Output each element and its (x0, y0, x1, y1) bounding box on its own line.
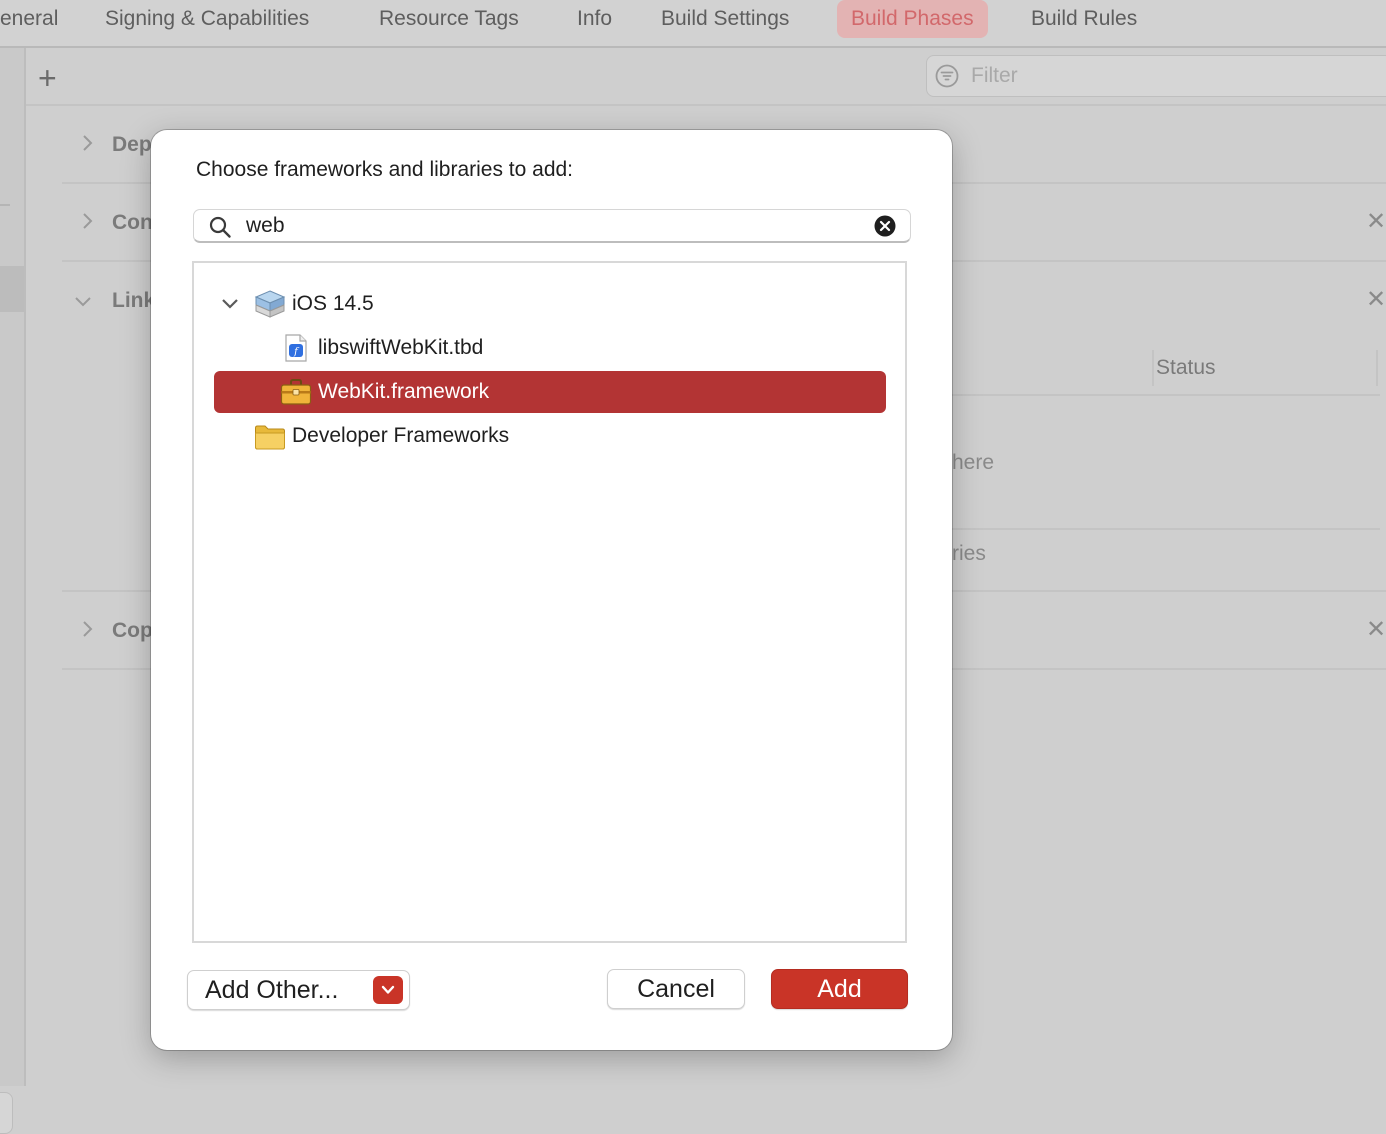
chevron-down-icon (381, 985, 395, 994)
drop-hint-text: here (952, 451, 995, 474)
tab-build-rules[interactable]: Build Rules (1031, 0, 1137, 38)
add-frameworks-dialog: Choose frameworks and libraries to add: (151, 130, 952, 1050)
tree-row-label: Developer Frameworks (292, 424, 510, 447)
tab-general[interactable]: eneral (0, 0, 58, 38)
tree-row-label: WebKit.framework (318, 380, 490, 403)
phase-label: Cop (112, 619, 153, 642)
navigator-sidebar (0, 48, 26, 1134)
column-divider (1152, 350, 1154, 386)
add-other-dropdown[interactable] (373, 976, 403, 1004)
selection-highlight (214, 371, 886, 413)
disclosure-chevron-down-icon[interactable] (220, 296, 240, 312)
add-other-button[interactable]: Add Other... (187, 970, 410, 1010)
tab-build-phases[interactable]: Build Phases (837, 0, 988, 38)
table-footer-text: ries (952, 542, 986, 565)
chevron-right-icon[interactable] (78, 134, 96, 152)
column-divider (1376, 350, 1378, 386)
tree-row-developer-frameworks[interactable]: Developer Frameworks (194, 415, 905, 457)
add-button[interactable]: Add (771, 969, 908, 1009)
chevron-down-icon[interactable] (74, 292, 92, 310)
framework-tree[interactable]: iOS 14.5 f libswiftWebKit.tbd WebKit.fra… (192, 261, 907, 943)
search-icon (209, 216, 231, 238)
tree-row-ios-sdk[interactable]: iOS 14.5 (194, 283, 905, 325)
tree-row-libswiftwebkit[interactable]: f libswiftWebKit.tbd (194, 327, 905, 369)
filter-icon (935, 64, 959, 88)
clear-search-icon[interactable] (874, 215, 896, 237)
tree-row-label: iOS 14.5 (292, 292, 374, 315)
toolbar-divider (26, 104, 1386, 106)
delete-phase-icon[interactable]: ✕ (1366, 210, 1386, 234)
chevron-right-icon[interactable] (78, 620, 96, 638)
filter-placeholder: Filter (971, 64, 1018, 87)
tree-row-webkit-framework[interactable]: WebKit.framework (194, 371, 905, 413)
tree-row-label: libswiftWebKit.tbd (318, 336, 484, 359)
tab-build-settings[interactable]: Build Settings (661, 0, 789, 38)
chevron-right-icon[interactable] (78, 212, 96, 230)
table-divider (940, 528, 1380, 530)
delete-phase-icon[interactable]: ✕ (1366, 618, 1386, 642)
search-field[interactable] (193, 209, 911, 243)
phase-label: Dep (112, 133, 152, 156)
add-other-label: Add Other... (205, 976, 339, 1004)
tbd-file-icon: f (285, 334, 307, 362)
sidebar-selected-item[interactable] (0, 266, 24, 312)
folder-icon (255, 425, 285, 450)
add-build-phase-button[interactable]: + (38, 60, 57, 96)
tab-resource-tags[interactable]: Resource Tags (379, 0, 519, 38)
tab-bar: eneral Signing & Capabilities Resource T… (0, 0, 1386, 48)
sidebar-toggle-button[interactable] (0, 1092, 13, 1134)
sdk-icon (254, 290, 286, 318)
cancel-button[interactable]: Cancel (607, 969, 745, 1009)
filter-field[interactable]: Filter (926, 55, 1386, 97)
tab-info[interactable]: Info (577, 0, 612, 38)
status-column-header[interactable]: Status (1156, 355, 1216, 381)
table-header-divider (940, 394, 1380, 396)
phase-label: Link (112, 289, 156, 312)
search-input[interactable] (246, 212, 846, 240)
sidebar-divider (0, 204, 10, 206)
framework-toolbox-icon (280, 379, 312, 405)
phase-label: Con (112, 211, 153, 234)
tab-signing-capabilities[interactable]: Signing & Capabilities (105, 0, 309, 38)
delete-phase-icon[interactable]: ✕ (1366, 288, 1386, 312)
dialog-title: Choose frameworks and libraries to add: (196, 158, 574, 181)
